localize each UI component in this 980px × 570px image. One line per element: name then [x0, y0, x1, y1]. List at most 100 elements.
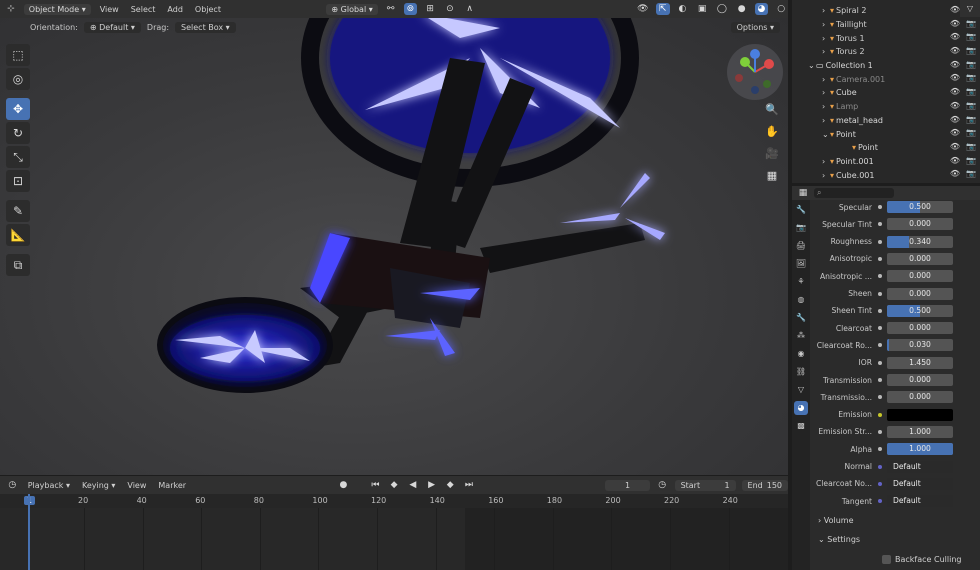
expand-arrow-icon[interactable]: › [822, 157, 830, 166]
expand-arrow-icon[interactable]: › [822, 102, 830, 111]
timeline-editor-icon[interactable]: ◷ [6, 479, 19, 491]
outliner-item[interactable]: › ▾ Lamp 👁 📷 [792, 100, 980, 114]
pivot-icon[interactable]: ⚯ [384, 3, 398, 15]
socket-icon[interactable] [878, 499, 882, 504]
property-field[interactable]: 0.500 [887, 304, 953, 317]
eye-icon[interactable]: 👁 [950, 19, 960, 28]
playhead[interactable] [28, 494, 30, 570]
render-camera-icon[interactable]: 📷 [966, 46, 976, 55]
expand-arrow-icon[interactable]: › [822, 20, 830, 29]
expand-arrow-icon[interactable]: › [822, 47, 830, 56]
select-tool-icon[interactable]: ⬚ [6, 44, 30, 66]
scene-tab-icon[interactable]: ⚘ [794, 275, 808, 289]
property-field[interactable]: 0.000 [887, 270, 953, 283]
outliner-item[interactable]: › ▾ Torus 2 👁 📷 [792, 45, 980, 59]
property-field[interactable]: 0.030 [887, 339, 953, 352]
property-field[interactable]: 0.000 [887, 391, 953, 404]
view-layer-tab-icon[interactable]: 🖼 [794, 257, 808, 271]
expand-arrow-icon[interactable]: › [822, 34, 830, 43]
current-frame-field[interactable]: 1 [605, 479, 650, 491]
overlay-icon[interactable]: ◐ [676, 3, 690, 15]
particles-tab-icon[interactable]: ⁂ [794, 329, 808, 343]
move-tool-icon[interactable]: ✥ [6, 98, 30, 120]
socket-icon[interactable] [878, 256, 882, 261]
expand-arrow-icon[interactable]: ⌄ [822, 130, 830, 139]
socket-icon[interactable] [878, 222, 882, 227]
property-field[interactable]: 1.450 [887, 356, 953, 369]
menu-add[interactable]: Add [164, 5, 186, 14]
drag-dropdown[interactable]: Select Box ▾ [175, 21, 236, 33]
menu-marker[interactable]: Marker [155, 481, 189, 490]
properties-editor-icon[interactable]: ▦ [798, 187, 808, 199]
property-field[interactable]: 0.000 [887, 374, 953, 386]
outliner-item[interactable]: › ▾ Point.001 👁 📷 [792, 155, 980, 169]
expand-arrow-icon[interactable]: › [822, 75, 830, 84]
3d-viewport[interactable]: ⬚ ◎ ✥ ↻ ⤡ ⊡ ✎ 📐 ⧉ 🔍 ✋ 🎥 ▦ [0, 18, 788, 475]
jump-start-icon[interactable]: ⏮ [369, 479, 382, 491]
render-camera-icon[interactable]: 📷 [966, 32, 976, 41]
jump-key-forward-icon[interactable]: ◆ [444, 479, 457, 491]
socket-icon[interactable] [878, 412, 882, 417]
property-field[interactable]: 0.000 [887, 252, 953, 265]
eye-icon[interactable]: 👁 [950, 101, 960, 110]
outliner-item[interactable]: › ▾ Cube.001 👁 📷 [792, 168, 980, 182]
filter-icon[interactable]: ▽ [960, 0, 980, 17]
play-icon[interactable]: ▶ [425, 479, 438, 491]
menu-timeline-view[interactable]: View [124, 481, 149, 490]
outliner-item[interactable]: ›▾Spiral 2👁📷 [792, 4, 980, 18]
render-camera-icon[interactable]: 📷 [966, 115, 976, 124]
annotate-tool-icon[interactable]: ✎ [6, 200, 30, 222]
eye-icon[interactable]: 👁 [950, 60, 960, 69]
output-tab-icon[interactable]: 🖨 [794, 239, 808, 253]
physics-tab-icon[interactable]: ◉ [794, 347, 808, 361]
orientation-dropdown[interactable]: ⊕ Default ▾ [83, 21, 141, 33]
expand-arrow-icon[interactable]: › [822, 116, 830, 125]
outliner-item[interactable]: ⌄ ▾ Point 👁 📷 [792, 127, 980, 141]
proportional-edit-icon[interactable]: ⊙ [443, 3, 457, 15]
material-tab-icon[interactable]: ◕ [794, 401, 808, 415]
expand-arrow-icon[interactable]: › [822, 171, 830, 180]
falloff-icon[interactable]: ∧ [463, 3, 477, 15]
render-camera-icon[interactable]: 📷 [966, 101, 976, 110]
outliner-item[interactable]: ⌄ ▭ Collection 1 👁 📷 [792, 59, 980, 73]
socket-icon[interactable] [878, 447, 882, 452]
measure-tool-icon[interactable]: 📐 [6, 224, 30, 246]
property-field[interactable]: 0.000 [887, 218, 953, 231]
visibility-icon[interactable]: 👁 [636, 3, 650, 15]
expand-arrow-icon[interactable]: › [822, 6, 830, 15]
menu-select[interactable]: Select [128, 5, 159, 14]
socket-icon[interactable] [878, 291, 882, 296]
expand-arrow-icon[interactable]: › [822, 88, 830, 97]
navigation-gizmo[interactable] [727, 44, 783, 100]
expand-arrow-icon[interactable]: ⌄ [808, 61, 816, 70]
eye-icon[interactable]: 👁 [950, 32, 960, 41]
menu-keying[interactable]: Keying ▾ [79, 481, 118, 490]
property-field[interactable]: 0.000 [887, 287, 953, 300]
property-field[interactable]: 1.000 [887, 443, 953, 456]
transform-tool-icon[interactable]: ⊡ [6, 170, 30, 192]
mode-selector[interactable]: Object Mode ▾ [23, 3, 91, 15]
shading-material-icon[interactable]: ◕ [754, 3, 769, 15]
editor-type-icon[interactable]: ⊹ [4, 3, 18, 15]
color-swatch[interactable] [887, 408, 953, 421]
render-camera-icon[interactable]: 📷 [966, 60, 976, 69]
world-tab-icon[interactable]: ◍ [794, 293, 808, 307]
jump-key-back-icon[interactable]: ◆ [388, 479, 401, 491]
add-cube-tool-icon[interactable]: ⧉ [6, 254, 30, 276]
eye-icon[interactable]: 👁 [950, 73, 960, 82]
socket-icon[interactable] [878, 326, 882, 331]
play-reverse-icon[interactable]: ◀ [406, 479, 419, 491]
camera-view-icon[interactable]: 🎥 [761, 142, 783, 164]
render-camera-icon[interactable]: 📷 [966, 169, 976, 178]
eye-icon[interactable]: 👁 [950, 5, 960, 14]
timeline-body[interactable] [0, 494, 788, 570]
socket-icon[interactable] [878, 481, 882, 486]
end-frame-field[interactable]: End 150 [741, 479, 789, 491]
shading-wire-icon[interactable]: ◯ [715, 3, 729, 15]
orientation-selector[interactable]: ⊕ Global ▾ [326, 3, 378, 15]
socket-icon[interactable] [878, 205, 882, 209]
render-camera-icon[interactable]: 📷 [966, 156, 976, 165]
snap-target-icon[interactable]: ⊞ [423, 3, 437, 15]
render-camera-icon[interactable]: 📷 [966, 19, 976, 28]
render-camera-icon[interactable]: 📷 [966, 128, 976, 137]
